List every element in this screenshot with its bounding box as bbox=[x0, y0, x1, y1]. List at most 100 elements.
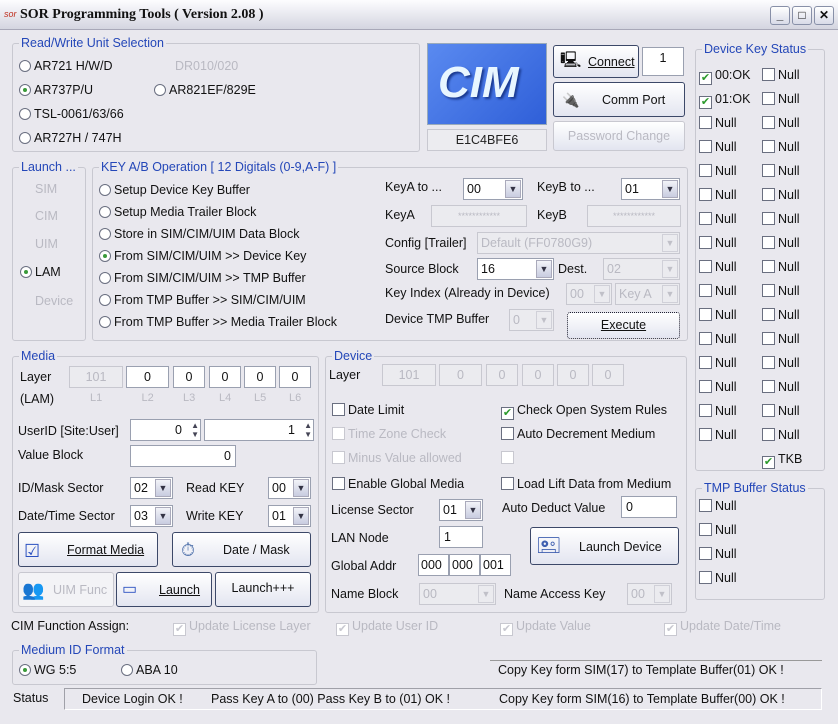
check-open-checkbox[interactable]: ✔ Check Open System Rules bbox=[501, 403, 667, 420]
radio-ar737[interactable]: AR737P/U bbox=[19, 83, 93, 97]
key-status-left-10[interactable]: Null bbox=[699, 308, 737, 322]
keya-to-select[interactable]: 00 ▼ bbox=[463, 178, 523, 200]
key-status-right-0[interactable]: Null bbox=[762, 68, 800, 82]
radio-tsl[interactable]: TSL-0061/63/66 bbox=[19, 107, 124, 121]
launch-plus-button[interactable]: Launch+++ bbox=[215, 572, 311, 607]
auto-deduct-input[interactable]: 0 bbox=[621, 496, 677, 518]
unlabeled-checkbox[interactable] bbox=[501, 451, 517, 465]
key-status-left-1[interactable]: ✔ 01:OK bbox=[699, 92, 750, 109]
cim-func-checkbox-2[interactable]: ✔ Update Value bbox=[500, 619, 591, 636]
key-status-right-7[interactable]: Null bbox=[762, 236, 800, 250]
key-status-left-5[interactable]: Null bbox=[699, 188, 737, 202]
key-status-right-9[interactable]: Null bbox=[762, 284, 800, 298]
key-status-left-6[interactable]: Null bbox=[699, 212, 737, 226]
media-layer-3[interactable]: 0 bbox=[173, 366, 205, 388]
key-status-right-4[interactable]: Null bbox=[762, 164, 800, 178]
key-status-right-13[interactable]: Null bbox=[762, 380, 800, 394]
media-layer-6[interactable]: 0 bbox=[279, 366, 311, 388]
radio-ar727[interactable]: AR727H / 747H bbox=[19, 131, 122, 145]
date-mask-button[interactable]: ⏱ Date / Mask bbox=[172, 532, 311, 567]
key-status-left-7[interactable]: Null bbox=[699, 236, 737, 250]
key-status-right-11[interactable]: Null bbox=[762, 332, 800, 346]
cim-func-checkbox-0[interactable]: ✔ Update License Layer bbox=[173, 619, 311, 636]
datetime-select[interactable]: 03 ▼ bbox=[130, 505, 173, 527]
date-limit-checkbox[interactable]: Date Limit bbox=[332, 403, 404, 417]
radio-ar721[interactable]: AR721 H/W/D bbox=[19, 59, 113, 73]
lan-node-input[interactable]: 1 bbox=[439, 526, 483, 548]
tmp-status-1[interactable]: Null bbox=[699, 523, 737, 537]
dest-select[interactable]: 02 ▼ bbox=[603, 258, 680, 280]
keya-input[interactable]: ************ bbox=[431, 205, 527, 227]
key-status-left-8[interactable]: Null bbox=[699, 260, 737, 274]
key-status-left-14[interactable]: Null bbox=[699, 404, 737, 418]
key-status-left-9[interactable]: Null bbox=[699, 284, 737, 298]
port-number-input[interactable]: 1 bbox=[642, 47, 684, 76]
wg-radio[interactable]: WG 5:5 bbox=[19, 663, 76, 677]
media-layer-5[interactable]: 0 bbox=[244, 366, 276, 388]
license-sector-select[interactable]: 01 ▼ bbox=[439, 499, 483, 521]
key-type-select[interactable]: Key A ▼ bbox=[615, 283, 680, 305]
launch-button[interactable]: ▭ Launch bbox=[116, 572, 212, 607]
keyop-radio-3[interactable]: From SIM/CIM/UIM >> Device Key bbox=[99, 249, 306, 263]
launch-device-button[interactable]: 🖭 Launch Device bbox=[530, 527, 679, 565]
key-status-left-15[interactable]: Null bbox=[699, 428, 737, 442]
key-status-right-10[interactable]: Null bbox=[762, 308, 800, 322]
connect-button[interactable]: 🖳 Connect bbox=[553, 45, 639, 78]
site-spinner[interactable]: 0 ▲ ▼ bbox=[130, 419, 201, 441]
keyop-radio-1[interactable]: Setup Media Trailer Block bbox=[99, 205, 256, 219]
key-status-left-13[interactable]: Null bbox=[699, 380, 737, 394]
writekey-select[interactable]: 01 ▼ bbox=[268, 505, 311, 527]
tmp-status-0[interactable]: Null bbox=[699, 499, 737, 513]
readkey-select[interactable]: 00 ▼ bbox=[268, 477, 311, 499]
keyb-to-select[interactable]: 01 ▼ bbox=[621, 178, 680, 200]
global-addr-2[interactable]: 000 bbox=[449, 554, 480, 576]
cim-func-checkbox-1[interactable]: ✔ Update User ID bbox=[336, 619, 438, 636]
device-tmp-select[interactable]: 0 ▼ bbox=[509, 309, 554, 331]
key-status-right-12[interactable]: Null bbox=[762, 356, 800, 370]
media-layer-4[interactable]: 0 bbox=[209, 366, 241, 388]
uim-func-button[interactable]: 👥 UIM Func bbox=[18, 572, 114, 607]
key-status-left-3[interactable]: Null bbox=[699, 140, 737, 154]
key-status-right-2[interactable]: Null bbox=[762, 116, 800, 130]
key-index-select[interactable]: 00 ▼ bbox=[566, 283, 612, 305]
config-select[interactable]: Default (FF0780G9) ▼ bbox=[477, 232, 680, 254]
comm-port-button[interactable]: 🔌 Comm Port bbox=[553, 82, 685, 117]
global-addr-3[interactable]: 001 bbox=[480, 554, 511, 576]
global-addr-1[interactable]: 000 bbox=[418, 554, 449, 576]
key-status-right-16[interactable]: ✔ TKB bbox=[762, 452, 802, 469]
aba-radio[interactable]: ABA 10 bbox=[121, 663, 178, 677]
time-zone-checkbox[interactable]: Time Zone Check bbox=[332, 427, 446, 441]
launch-lam-radio[interactable]: LAM bbox=[20, 265, 61, 279]
keyop-radio-2[interactable]: Store in SIM/CIM/UIM Data Block bbox=[99, 227, 299, 241]
minimize-button[interactable]: _ bbox=[770, 6, 790, 25]
name-access-key-select[interactable]: 00 ▼ bbox=[627, 583, 672, 605]
key-status-left-4[interactable]: Null bbox=[699, 164, 737, 178]
key-status-left-2[interactable]: Null bbox=[699, 116, 737, 130]
value-block-input[interactable]: 0 bbox=[130, 445, 236, 467]
key-status-right-6[interactable]: Null bbox=[762, 212, 800, 226]
key-status-right-8[interactable]: Null bbox=[762, 260, 800, 274]
spinner-arrows-icon[interactable]: ▲ ▼ bbox=[304, 421, 312, 439]
format-media-button[interactable]: ☑ Format Media bbox=[18, 532, 158, 567]
key-status-left-12[interactable]: Null bbox=[699, 356, 737, 370]
tmp-status-2[interactable]: Null bbox=[699, 547, 737, 561]
keyop-radio-4[interactable]: From SIM/CIM/UIM >> TMP Buffer bbox=[99, 271, 306, 285]
load-lift-checkbox[interactable]: Load Lift Data from Medium bbox=[501, 477, 671, 491]
key-status-right-1[interactable]: Null bbox=[762, 92, 800, 106]
maximize-button[interactable]: □ bbox=[792, 6, 812, 25]
tmp-status-3[interactable]: Null bbox=[699, 571, 737, 585]
keyop-radio-0[interactable]: Setup Device Key Buffer bbox=[99, 183, 250, 197]
keyop-radio-5[interactable]: From TMP Buffer >> SIM/CIM/UIM bbox=[99, 293, 306, 307]
auto-decrement-checkbox[interactable]: Auto Decrement Medium bbox=[501, 427, 655, 441]
media-layer-2[interactable]: 0 bbox=[126, 366, 169, 388]
keyb-input[interactable]: ************ bbox=[587, 205, 681, 227]
key-status-right-3[interactable]: Null bbox=[762, 140, 800, 154]
cim-func-checkbox-3[interactable]: ✔ Update Date/Time bbox=[664, 619, 781, 636]
spinner-arrows-icon[interactable]: ▲ ▼ bbox=[191, 421, 199, 439]
idmask-select[interactable]: 02 ▼ bbox=[130, 477, 173, 499]
close-button[interactable]: ✕ bbox=[814, 6, 834, 25]
execute-button[interactable]: Execute bbox=[567, 312, 680, 339]
key-status-right-14[interactable]: Null bbox=[762, 404, 800, 418]
source-block-select[interactable]: 16 ▼ bbox=[477, 258, 554, 280]
key-status-right-15[interactable]: Null bbox=[762, 428, 800, 442]
